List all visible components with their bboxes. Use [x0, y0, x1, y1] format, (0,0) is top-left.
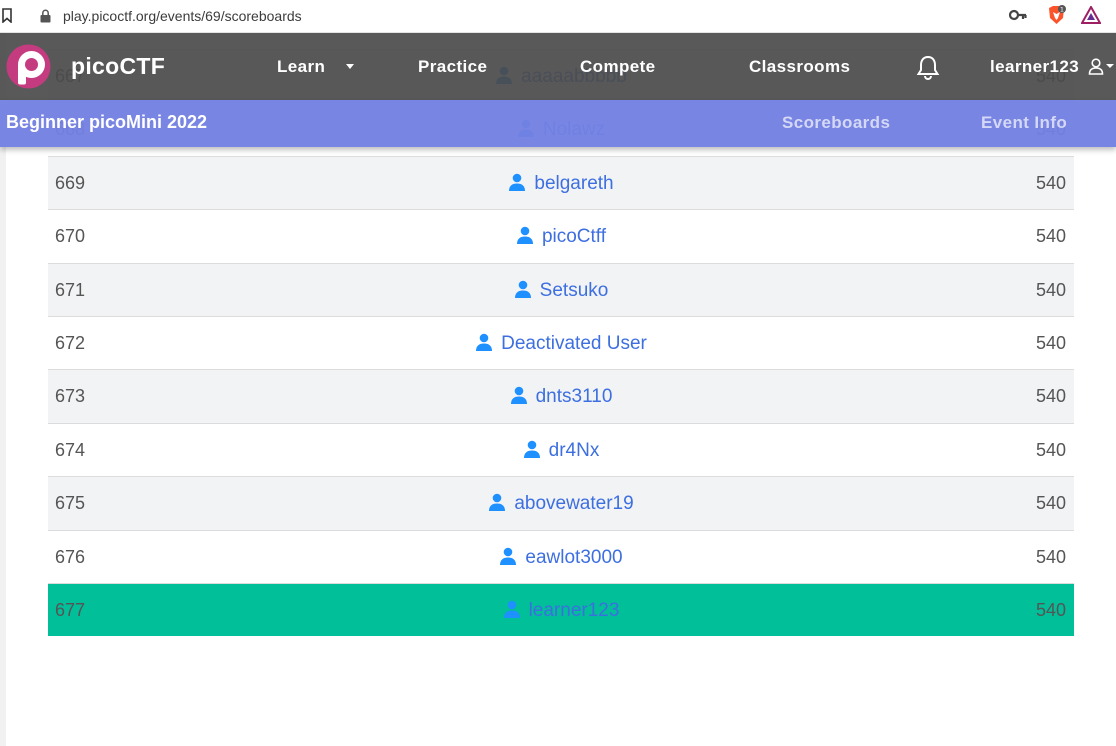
table-row: 673 dnts3110 540: [48, 369, 1074, 423]
event-title[interactable]: Beginner picoMini 2022: [6, 112, 207, 133]
user-cell: abovewater19: [48, 477, 1074, 530]
score-cell: 540: [1035, 332, 1066, 353]
score-cell: 540: [1035, 386, 1066, 407]
user-icon: [508, 159, 526, 191]
user-cell: dnts3110: [48, 370, 1074, 423]
score-cell: 540: [1035, 279, 1066, 300]
user-cell: eawlot3000: [48, 531, 1074, 584]
user-link[interactable]: Deactivated User: [501, 333, 647, 354]
user-link[interactable]: eawlot3000: [525, 547, 622, 568]
table-row: 674 dr4Nx 540: [48, 422, 1074, 477]
table-row: 676 eawlot3000 540: [48, 529, 1074, 584]
table-row-current-user: 677 learner123 540: [48, 582, 1074, 637]
user-link[interactable]: picoCtff: [542, 226, 606, 247]
bell-icon[interactable]: [916, 55, 940, 80]
user-link[interactable]: Setsuko: [540, 280, 609, 301]
user-cell: Setsuko: [48, 264, 1074, 317]
user-link[interactable]: dnts3110: [536, 386, 613, 407]
user-icon: [510, 372, 528, 405]
user-icon[interactable]: [1088, 58, 1104, 75]
table-row: 675 abovewater19 540: [48, 476, 1074, 530]
user-link[interactable]: abovewater19: [514, 493, 633, 514]
key-icon[interactable]: [1009, 9, 1027, 21]
table-row: 672 Deactivated User 540: [48, 315, 1074, 370]
user-icon: [488, 479, 506, 512]
nav-practice[interactable]: Practice: [418, 57, 487, 77]
brand-name[interactable]: picoCTF: [71, 53, 165, 80]
user-icon: [503, 586, 521, 618]
brave-badge-count: 1: [1060, 6, 1064, 14]
score-cell: 540: [1035, 599, 1066, 620]
nav-classrooms[interactable]: Classrooms: [749, 57, 850, 77]
user-icon: [516, 212, 534, 245]
user-cell: Deactivated User: [48, 317, 1074, 370]
learn-caret-icon[interactable]: [346, 64, 354, 69]
score-cell: 540: [1035, 226, 1066, 247]
score-cell: 540: [1035, 172, 1066, 193]
user-link[interactable]: learner123: [529, 600, 620, 621]
user-cell: dr4Nx: [48, 424, 1074, 477]
bookmark-icon[interactable]: [2, 8, 12, 23]
score-cell: 540: [1035, 546, 1066, 567]
user-menu-caret-icon[interactable]: [1106, 64, 1114, 68]
table-row: 670 picoCtff 540: [48, 209, 1074, 263]
user-link[interactable]: dr4Nx: [549, 440, 600, 461]
site-navbar: picoCTF Learn Practice Compete Classroom…: [0, 33, 1116, 100]
lock-icon[interactable]: [40, 9, 51, 23]
nav-compete[interactable]: Compete: [580, 57, 656, 77]
browser-address-bar: play.picoctf.org/events/69/scoreboards 1: [0, 0, 1116, 33]
user-icon: [475, 319, 493, 351]
tab-event-info[interactable]: Event Info: [981, 113, 1067, 133]
user-link[interactable]: belgareth: [534, 173, 613, 194]
user-menu-name[interactable]: learner123: [990, 57, 1079, 77]
score-cell: 540: [1035, 493, 1066, 514]
user-icon: [499, 533, 517, 565]
user-icon: [523, 426, 541, 458]
picoctf-logo[interactable]: [6, 44, 51, 89]
user-icon: [514, 266, 532, 298]
nav-learn[interactable]: Learn: [277, 57, 325, 77]
brave-shield-icon[interactable]: 1: [1047, 5, 1066, 25]
user-cell: picoCtff: [48, 210, 1074, 263]
user-cell: belgareth: [48, 157, 1074, 210]
event-subnav: Beginner picoMini 2022 Scoreboards Event…: [0, 100, 1116, 147]
table-row: 669 belgareth 540: [48, 155, 1074, 210]
brave-rewards-icon[interactable]: [1081, 6, 1101, 24]
score-cell: 540: [1035, 439, 1066, 460]
tab-scoreboards[interactable]: Scoreboards: [782, 113, 890, 133]
url-text[interactable]: play.picoctf.org/events/69/scoreboards: [63, 8, 302, 24]
user-cell: learner123: [48, 584, 1074, 637]
table-row: 671 Setsuko 540: [48, 262, 1074, 317]
